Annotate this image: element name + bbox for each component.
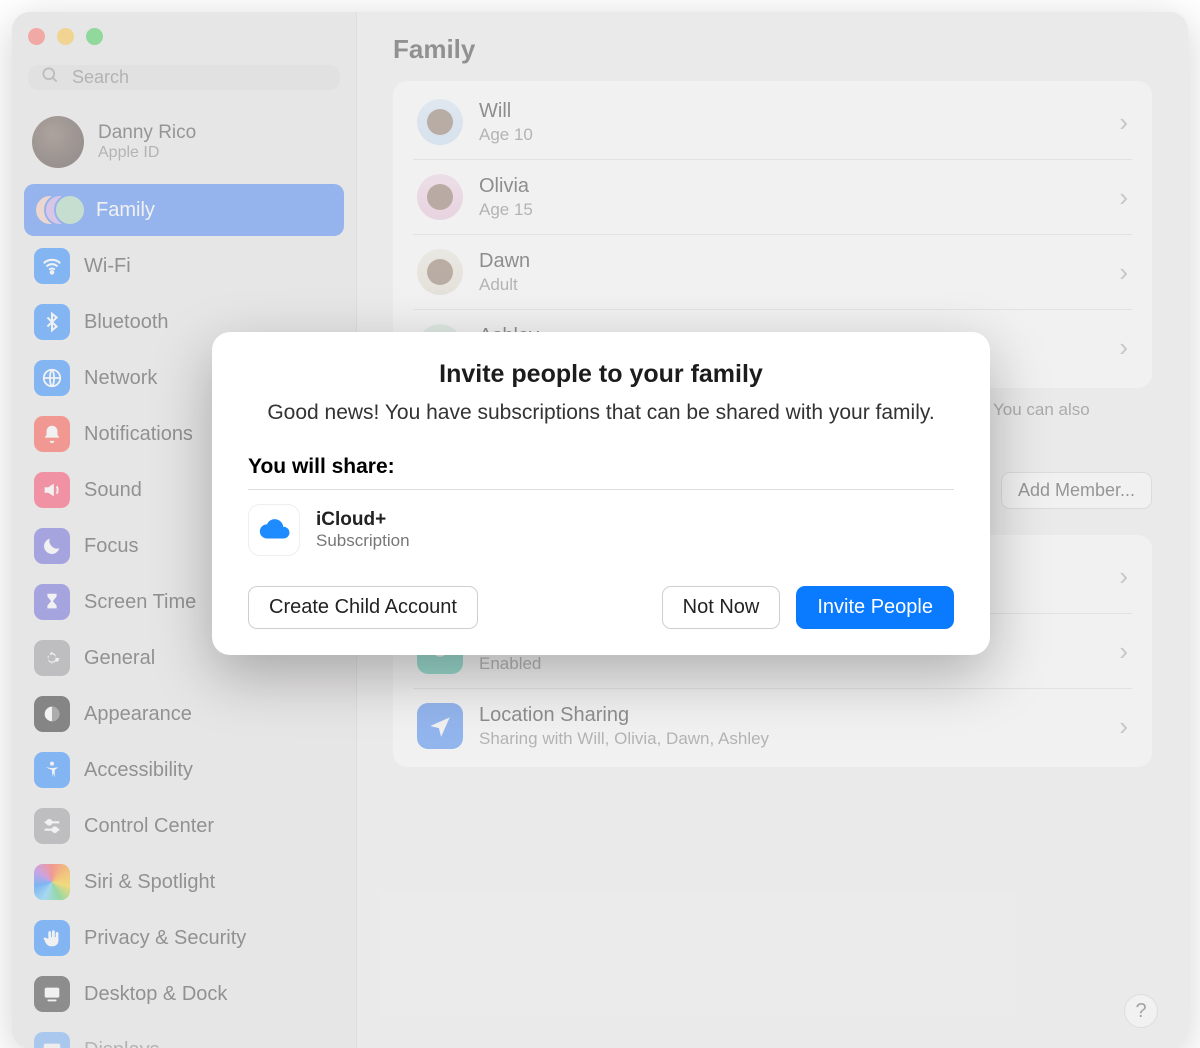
- share-item-name: iCloud+: [316, 509, 410, 531]
- not-now-button[interactable]: Not Now: [662, 586, 781, 629]
- settings-window: Danny Rico Apple ID Family Wi-Fi Bluetoo…: [12, 12, 1188, 1048]
- create-child-account-button[interactable]: Create Child Account: [248, 586, 478, 629]
- invite-people-button[interactable]: Invite People: [796, 586, 954, 629]
- invite-family-modal: Invite people to your family Good news! …: [212, 332, 990, 655]
- share-item-type: Subscription: [316, 531, 410, 551]
- modal-title: Invite people to your family: [248, 360, 954, 389]
- share-label: You will share:: [248, 455, 954, 479]
- share-item-row: iCloud+ Subscription: [248, 490, 954, 556]
- modal-subtitle: Good news! You have subscriptions that c…: [248, 399, 954, 427]
- icloud-icon: [248, 504, 300, 556]
